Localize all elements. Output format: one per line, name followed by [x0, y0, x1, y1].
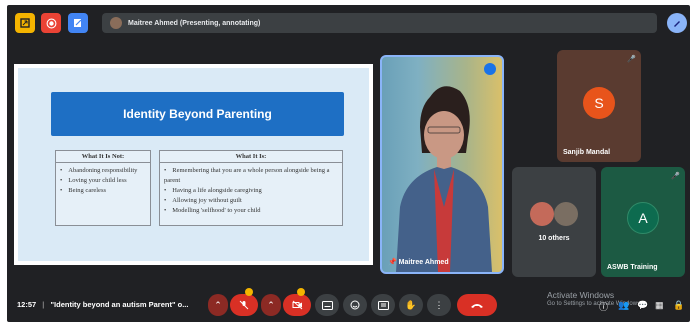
more-vert-icon: ⋮ — [434, 299, 444, 310]
avatar — [554, 202, 578, 226]
present-icon — [377, 300, 389, 310]
column-heading: What It Is: — [160, 151, 342, 163]
raise-hand-button[interactable]: ✋ — [399, 294, 423, 316]
hand-icon: ✋ — [405, 299, 417, 310]
captions-button[interactable] — [315, 294, 339, 316]
participant-tile-maitree[interactable]: 📌 Maitree Ahmed — [380, 55, 504, 274]
annotate-icon[interactable] — [68, 13, 88, 33]
others-count: 10 others — [538, 235, 570, 242]
others-tile[interactable]: 10 others — [512, 167, 596, 277]
participant-tile-aswb[interactable]: A 🎤 ASWB Training — [601, 167, 685, 277]
participant-video — [396, 86, 492, 272]
clock: 12:57 — [17, 300, 37, 309]
muted-mic-icon: 🎤 — [627, 56, 636, 63]
avatar — [110, 17, 122, 29]
divider: | — [42, 300, 45, 309]
chat-icon[interactable]: 💬 — [637, 300, 648, 311]
more-options-button[interactable]: ⋮ — [427, 294, 451, 316]
slide-title: Identity Beyond Parenting — [51, 92, 344, 136]
activities-icon[interactable]: ▦ — [655, 300, 664, 311]
column-what-it-is-not: What It Is Not: Abandoning responsibilit… — [55, 150, 151, 226]
meet-window: Maitree Ahmed (Presenting, annotating) I… — [7, 5, 690, 322]
camera-off-icon — [292, 300, 302, 310]
mic-off-button[interactable] — [230, 294, 258, 316]
people-icon[interactable]: 👥 — [618, 300, 629, 311]
list-item: Abandoning responsibility — [60, 166, 146, 176]
record-icon[interactable] — [41, 13, 61, 33]
mic-options-button[interactable]: ⌃ — [208, 294, 228, 316]
list-item: Remembering that you are a whole person … — [164, 166, 338, 186]
mic-off-icon — [239, 300, 249, 310]
muted-mic-icon: 🎤 — [671, 173, 680, 180]
emoji-button[interactable] — [343, 294, 367, 316]
presenter-bar-text: Maitree Ahmed (Presenting, annotating) — [128, 19, 261, 27]
presenter-bar: Maitree Ahmed (Presenting, annotating) — [102, 13, 657, 33]
presented-slide: Identity Beyond Parenting What It Is Not… — [14, 64, 373, 265]
list-item: Being careless — [60, 186, 146, 196]
list-item: Modelling 'selfhood' to your child — [164, 206, 338, 216]
avatar — [530, 202, 554, 226]
end-call-icon — [471, 303, 483, 308]
camera-off-button[interactable] — [283, 294, 311, 316]
column-what-it-is: What It Is: Remembering that you are a w… — [159, 150, 343, 226]
list-item: Allowing joy without guilt — [164, 196, 338, 206]
meeting-title: "Identity beyond an autism Parent" o... — [50, 300, 189, 309]
avatar: S — [583, 87, 615, 119]
camera-options-button[interactable]: ⌃ — [261, 294, 281, 316]
participant-tile-sanjib[interactable]: S 🎤 Sanjib Mandal — [557, 50, 641, 162]
participant-name: ASWB Training — [607, 264, 658, 271]
chevron-up-icon: ⌃ — [214, 299, 222, 310]
chevron-up-icon: ⌃ — [267, 299, 275, 310]
meeting-info: 12:57 | "Identity beyond an autism Paren… — [17, 300, 188, 309]
host-controls-icon[interactable]: 🔒 — [673, 300, 684, 311]
participant-name: Sanjib Mandal — [563, 149, 611, 156]
bottom-bar: 12:57 | "Identity beyond an autism Paren… — [7, 286, 690, 322]
info-icon[interactable]: ⓘ — [599, 300, 608, 313]
avatar: A — [627, 202, 659, 234]
captions-icon — [321, 300, 333, 310]
speaking-indicator-icon — [484, 63, 496, 75]
participant-name: 📌 Maitree Ahmed — [388, 259, 449, 266]
warning-badge-icon — [245, 288, 253, 296]
leave-call-button[interactable] — [457, 294, 497, 316]
warning-badge-icon — [297, 288, 305, 296]
list-item: Loving your child less — [60, 176, 146, 186]
present-button[interactable] — [371, 294, 395, 316]
column-heading: What It Is Not: — [56, 151, 150, 163]
emoji-icon — [350, 300, 360, 310]
list-item: Having a life alongside caregiving — [164, 186, 338, 196]
stop-share-icon[interactable] — [15, 13, 35, 33]
activate-title: Activate Windows — [547, 290, 615, 300]
pen-icon[interactable] — [667, 13, 687, 33]
